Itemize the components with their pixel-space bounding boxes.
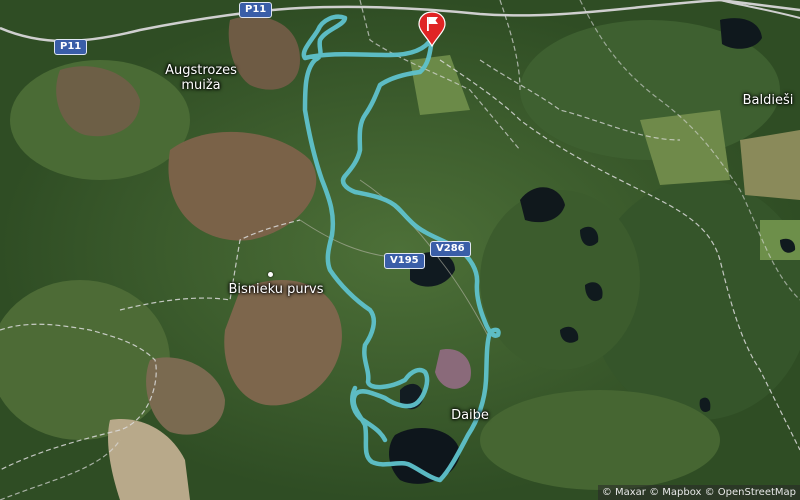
map-view[interactable]: Augstrozes muiža Baldieši Bisnieku purvs… [0,0,800,500]
place-label-baldiesi: Baldieši [742,93,794,108]
road-shield-v195: V195 [384,253,425,269]
route-overlay [301,14,501,483]
map-attribution[interactable]: © Maxar © Mapbox © OpenStreetMap [597,485,800,500]
place-label-augstrozes: Augstrozes [165,63,237,78]
place-dot [268,272,273,277]
flag-pin-icon[interactable] [417,11,447,47]
road-shield-p11-left: P11 [54,39,88,55]
place-label-daibe: Daibe [451,408,489,423]
place-label-bisnieku-purvs: Bisnieku purvs [228,282,324,297]
place-label-augstrozes-muiza: Augstrozes muiža [146,63,256,93]
place-label-muiza: muiža [181,78,221,93]
road-shield-p11-top: P11 [239,2,273,18]
road-shield-v286: V286 [430,241,471,257]
